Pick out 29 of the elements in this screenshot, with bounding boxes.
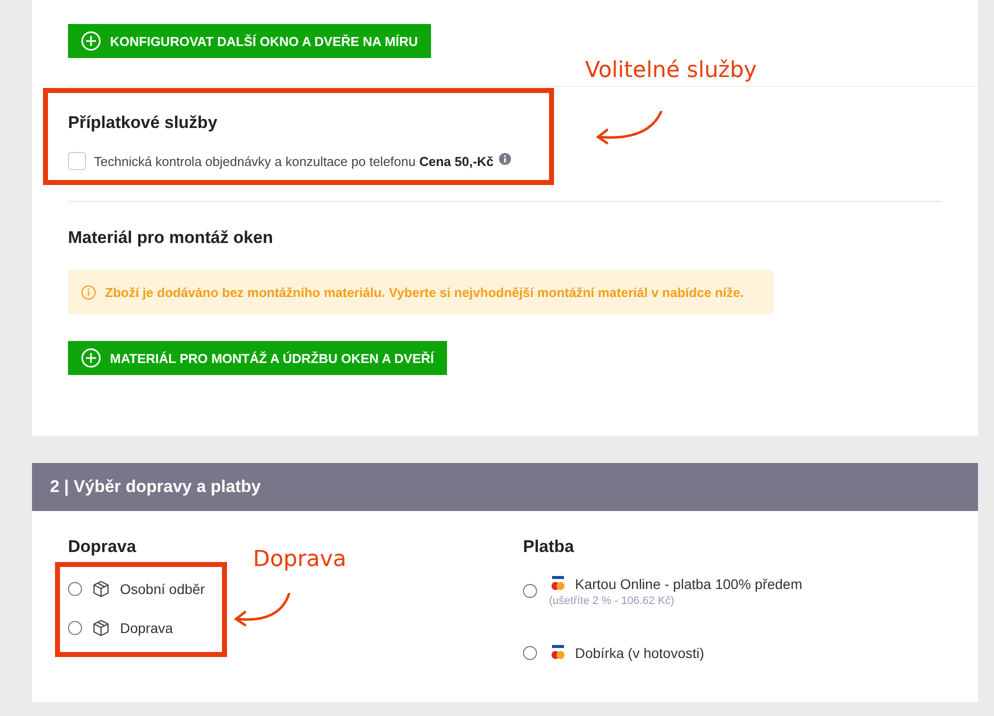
radio-button[interactable] xyxy=(523,584,537,598)
info-icon xyxy=(81,284,96,300)
package-icon xyxy=(92,580,110,598)
notice-text: Zboží je dodáváno bez montážního materiálu. Vyberte si nejvhodnější montážní materiál v nabídce níže. xyxy=(105,284,744,300)
checkbox[interactable] xyxy=(68,152,86,170)
radio-button[interactable] xyxy=(68,621,82,635)
radio-button[interactable] xyxy=(68,582,82,596)
shipping-option-label: Osobní odběr xyxy=(120,581,205,597)
annotation-label: Volitelné služby xyxy=(585,58,757,83)
package-icon xyxy=(92,619,110,637)
column-heading: Doprava xyxy=(68,537,138,557)
card-logo-icon xyxy=(549,644,567,662)
info-icon[interactable] xyxy=(498,153,511,165)
payment-option-label: Kartou Online - platba 100% předem xyxy=(575,576,802,592)
card-logo-icon xyxy=(549,575,567,593)
column-heading: Platba xyxy=(523,537,576,557)
option-label: Technická kontrola objednávky a konzultace po telefonu Cena 50,-Kč xyxy=(94,154,494,168)
annotation-label: Doprava xyxy=(253,547,346,572)
plus-icon xyxy=(81,31,101,51)
shipping-option-label: Doprava xyxy=(120,620,173,636)
section-heading: Příplatkové služby xyxy=(68,113,218,133)
section-heading: Materiál pro montáž oken xyxy=(68,228,274,248)
mounting-material-button[interactable]: MATERIÁL PRO MONTÁŽ A ÚDRŽBU OKEN A DVEŘÍ xyxy=(68,341,448,375)
radio-button[interactable] xyxy=(523,646,537,660)
plus-icon xyxy=(81,348,101,368)
discount-note: (ušetříte 2 % - 106.62 Kč) xyxy=(549,595,676,607)
section-title: 2 | Výběr dopravy a platby xyxy=(50,477,261,497)
configure-button[interactable]: KONFIGUROVAT DALŠÍ OKNO A DVEŘE NA MÍRU xyxy=(68,24,431,58)
payment-option-label: Dobírka (v hotovosti) xyxy=(575,645,704,661)
